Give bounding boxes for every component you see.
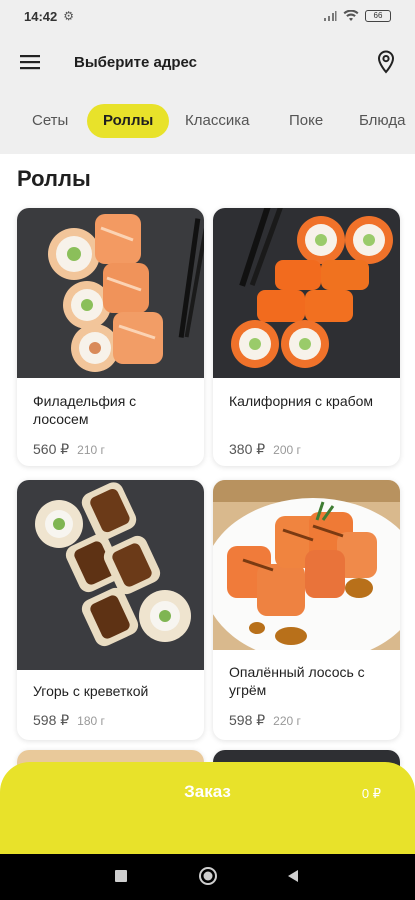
product-image	[17, 208, 204, 378]
product-name: Калифорния с крабом	[229, 393, 374, 409]
section-title: Роллы	[17, 166, 91, 191]
product-name: Филадельфия с лососем	[33, 393, 137, 427]
tab-dishes[interactable]: Блюда	[343, 104, 415, 138]
order-label: Заказ	[184, 782, 231, 801]
product-name: Опалённый лосось с угрём	[229, 664, 365, 698]
signal-icon	[324, 11, 337, 21]
product-weight: 200 г	[273, 443, 301, 457]
product-image	[213, 208, 400, 378]
recents-icon[interactable]	[114, 869, 128, 883]
product-card[interactable]: Филадельфия с лососем 560 ₽ 210 г	[17, 208, 204, 466]
product-name: Угорь с креветкой	[33, 683, 149, 699]
home-icon[interactable]	[199, 867, 217, 885]
tab-classic[interactable]: Классика	[169, 104, 265, 138]
product-price: 380 ₽ 200 г	[229, 441, 301, 458]
tab-sets[interactable]: Сеты	[16, 104, 84, 138]
order-button[interactable]: Заказ 0 ₽	[0, 762, 415, 854]
price-value: 380 ₽	[229, 441, 266, 457]
product-weight: 210 г	[77, 443, 105, 457]
price-value: 598 ₽	[229, 712, 266, 728]
product-card[interactable]: Угорь с креветкой 598 ₽ 180 г	[17, 480, 204, 740]
product-image	[213, 480, 400, 650]
status-icons: 66	[323, 10, 391, 22]
battery-icon: 66	[365, 10, 391, 22]
product-price: 560 ₽ 210 г	[33, 441, 105, 458]
price-value: 598 ₽	[33, 712, 70, 728]
product-card[interactable]: Опалённый лосось с угрём 598 ₽ 220 г	[213, 480, 400, 740]
product-image	[17, 480, 204, 670]
order-total: 0 ₽	[361, 786, 381, 801]
tab-rolls[interactable]: Роллы	[87, 104, 170, 138]
product-weight: 220 г	[273, 714, 301, 728]
category-tabs: Сеты Роллы Классика Поке Блюда	[0, 92, 415, 154]
status-time: 14:42	[24, 8, 58, 24]
product-price: 598 ₽ 220 г	[229, 712, 301, 729]
product-card[interactable]: Калифорния с крабом 380 ₽ 200 г	[213, 208, 400, 466]
product-price: 598 ₽ 180 г	[33, 712, 105, 729]
top-app-bar: Выберите адрес	[0, 32, 415, 92]
price-value: 560 ₽	[33, 441, 70, 457]
status-bar: 14:42 ⚙ 66	[0, 0, 415, 32]
hamburger-menu-icon[interactable]	[20, 54, 40, 70]
location-pin-icon[interactable]	[377, 50, 395, 74]
settings-notification-icon: ⚙	[63, 9, 75, 23]
system-navigation-bar	[0, 854, 415, 900]
product-weight: 180 г	[77, 714, 105, 728]
wifi-icon	[343, 10, 359, 21]
tab-poke[interactable]: Поке	[273, 104, 339, 138]
address-selector[interactable]: Выберите адрес	[74, 54, 197, 71]
back-icon[interactable]	[286, 869, 300, 883]
